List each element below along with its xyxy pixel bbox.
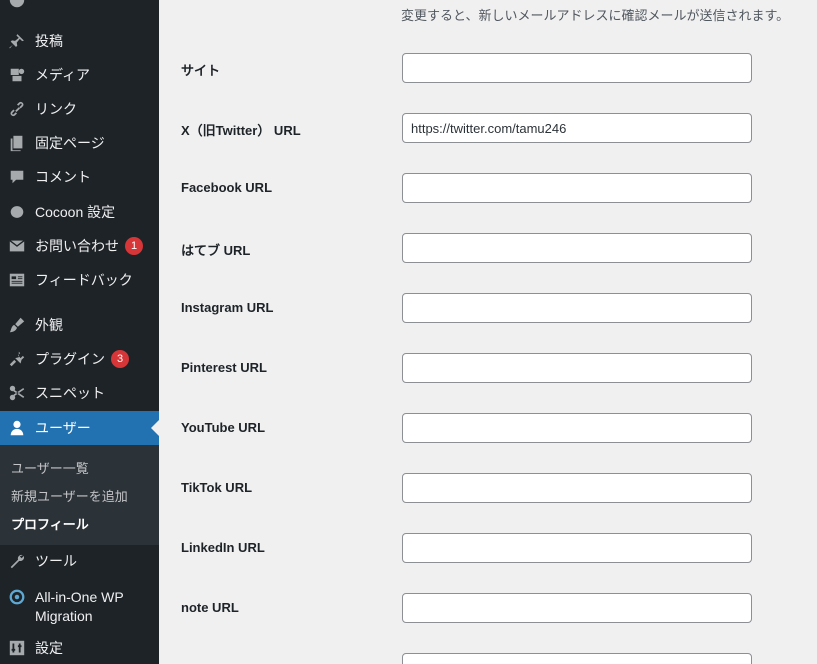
media-icon <box>8 66 26 84</box>
pinterest-url-label: Pinterest URL <box>181 360 267 375</box>
instagram-url-label: Instagram URL <box>181 300 274 315</box>
next-url-input[interactable] <box>402 653 752 664</box>
sidebar-item-appearance[interactable]: 外観 <box>0 308 159 342</box>
sidebar-item-all-in-one-wp-migration[interactable]: All-in-One WP Migration <box>0 582 159 630</box>
feedback-icon <box>8 271 26 289</box>
sidebar-item-tools[interactable]: ツール <box>0 544 159 578</box>
instagram-url-input[interactable] <box>402 293 752 323</box>
website-input[interactable] <box>402 53 752 83</box>
pinterest-url-input[interactable] <box>402 353 752 383</box>
sidebar-item-contact[interactable]: お問い合わせ 1 <box>0 229 159 263</box>
migration-icon <box>8 588 26 606</box>
sidebar-item-settings[interactable]: 設定 <box>0 631 159 664</box>
website-label: サイト <box>181 63 221 78</box>
x-twitter-url-input[interactable] <box>402 113 752 143</box>
sidebar-item-label: フィードバック <box>35 272 133 288</box>
submenu-item-add-new-user[interactable]: 新規ユーザーを追加 <box>11 486 128 505</box>
sidebar-item-label: 設定 <box>35 640 63 656</box>
notification-badge: 3 <box>111 350 129 368</box>
pin-icon <box>8 32 26 50</box>
sidebar-item-pages[interactable]: 固定ページ <box>0 126 159 160</box>
note-url-input[interactable] <box>402 593 752 623</box>
sidebar-item-label: 投稿 <box>35 33 63 49</box>
comment-icon <box>8 168 26 186</box>
sidebar-item-label: お問い合わせ <box>35 238 119 254</box>
mail-icon <box>8 237 26 255</box>
users-submenu: ユーザー一覧 新規ユーザーを追加 プロフィール <box>0 445 159 545</box>
sidebar-item-snippets[interactable]: スニペット <box>0 376 159 410</box>
settings-icon <box>8 639 26 657</box>
sidebar-item-label: リンク <box>35 101 77 117</box>
sidebar-item-cocoon[interactable]: Cocoon 設定 <box>0 195 159 229</box>
sidebar-item-label: プラグイン <box>35 351 105 367</box>
sidebar-item-label: コメント <box>35 169 91 185</box>
dashboard-icon <box>8 0 26 9</box>
hatebu-url-input[interactable] <box>402 233 752 263</box>
sidebar-item-dashboard[interactable] <box>0 0 159 17</box>
sidebar-item-label: メディア <box>35 67 91 83</box>
tiktok-url-label: TikTok URL <box>181 480 253 495</box>
linkedin-url-label: LinkedIn URL <box>181 540 265 555</box>
sidebar-item-label: ツール <box>35 553 77 569</box>
sidebar-item-media[interactable]: メディア <box>0 58 159 92</box>
notification-badge: 1 <box>125 237 143 255</box>
tiktok-url-input[interactable] <box>402 473 752 503</box>
profile-form: 変更すると、新しいメールアドレスに確認メールが送信されます。 サイト X（旧Tw… <box>159 0 817 664</box>
user-icon <box>8 419 26 437</box>
sidebar-item-links[interactable]: リンク <box>0 92 159 126</box>
brush-icon <box>8 316 26 334</box>
submenu-item-all-users[interactable]: ユーザー一覧 <box>11 458 89 477</box>
hatebu-url-label: はてブ URL <box>181 243 251 258</box>
submenu-item-profile[interactable]: プロフィール <box>11 514 89 533</box>
sidebar-item-label: Cocoon 設定 <box>35 204 116 220</box>
sidebar-item-feedback[interactable]: フィードバック <box>0 263 159 297</box>
plugin-icon <box>8 350 26 368</box>
note-url-label: note URL <box>181 600 239 615</box>
sidebar-item-comments[interactable]: コメント <box>0 160 159 194</box>
sidebar-item-label: ユーザー <box>35 420 91 436</box>
sidebar-item-plugins[interactable]: プラグイン 3 <box>0 342 159 376</box>
youtube-url-input[interactable] <box>402 413 752 443</box>
facebook-url-input[interactable] <box>402 173 752 203</box>
circle-icon <box>8 203 26 221</box>
sidebar-item-label: All-in-One WP Migration <box>35 589 124 624</box>
link-icon <box>8 100 26 118</box>
sidebar-item-posts[interactable]: 投稿 <box>0 24 159 58</box>
sidebar-item-label: スニペット <box>35 385 105 401</box>
x-twitter-url-label: X（旧Twitter） URL <box>181 123 301 138</box>
sidebar-item-label: 固定ページ <box>35 135 105 151</box>
page-icon <box>8 134 26 152</box>
youtube-url-label: YouTube URL <box>181 420 266 435</box>
admin-sidebar: 投稿 メディア リンク 固定ページ コメント Cocoon 設定 お問い合わせ … <box>0 0 159 664</box>
linkedin-url-input[interactable] <box>402 533 752 563</box>
wrench-icon <box>8 552 26 570</box>
facebook-url-label: Facebook URL <box>181 180 273 195</box>
email-change-description: 変更すると、新しいメールアドレスに確認メールが送信されます。 <box>401 8 790 23</box>
scissors-icon <box>8 384 26 402</box>
sidebar-item-label: 外観 <box>35 317 63 333</box>
sidebar-item-users[interactable]: ユーザー <box>0 411 159 445</box>
